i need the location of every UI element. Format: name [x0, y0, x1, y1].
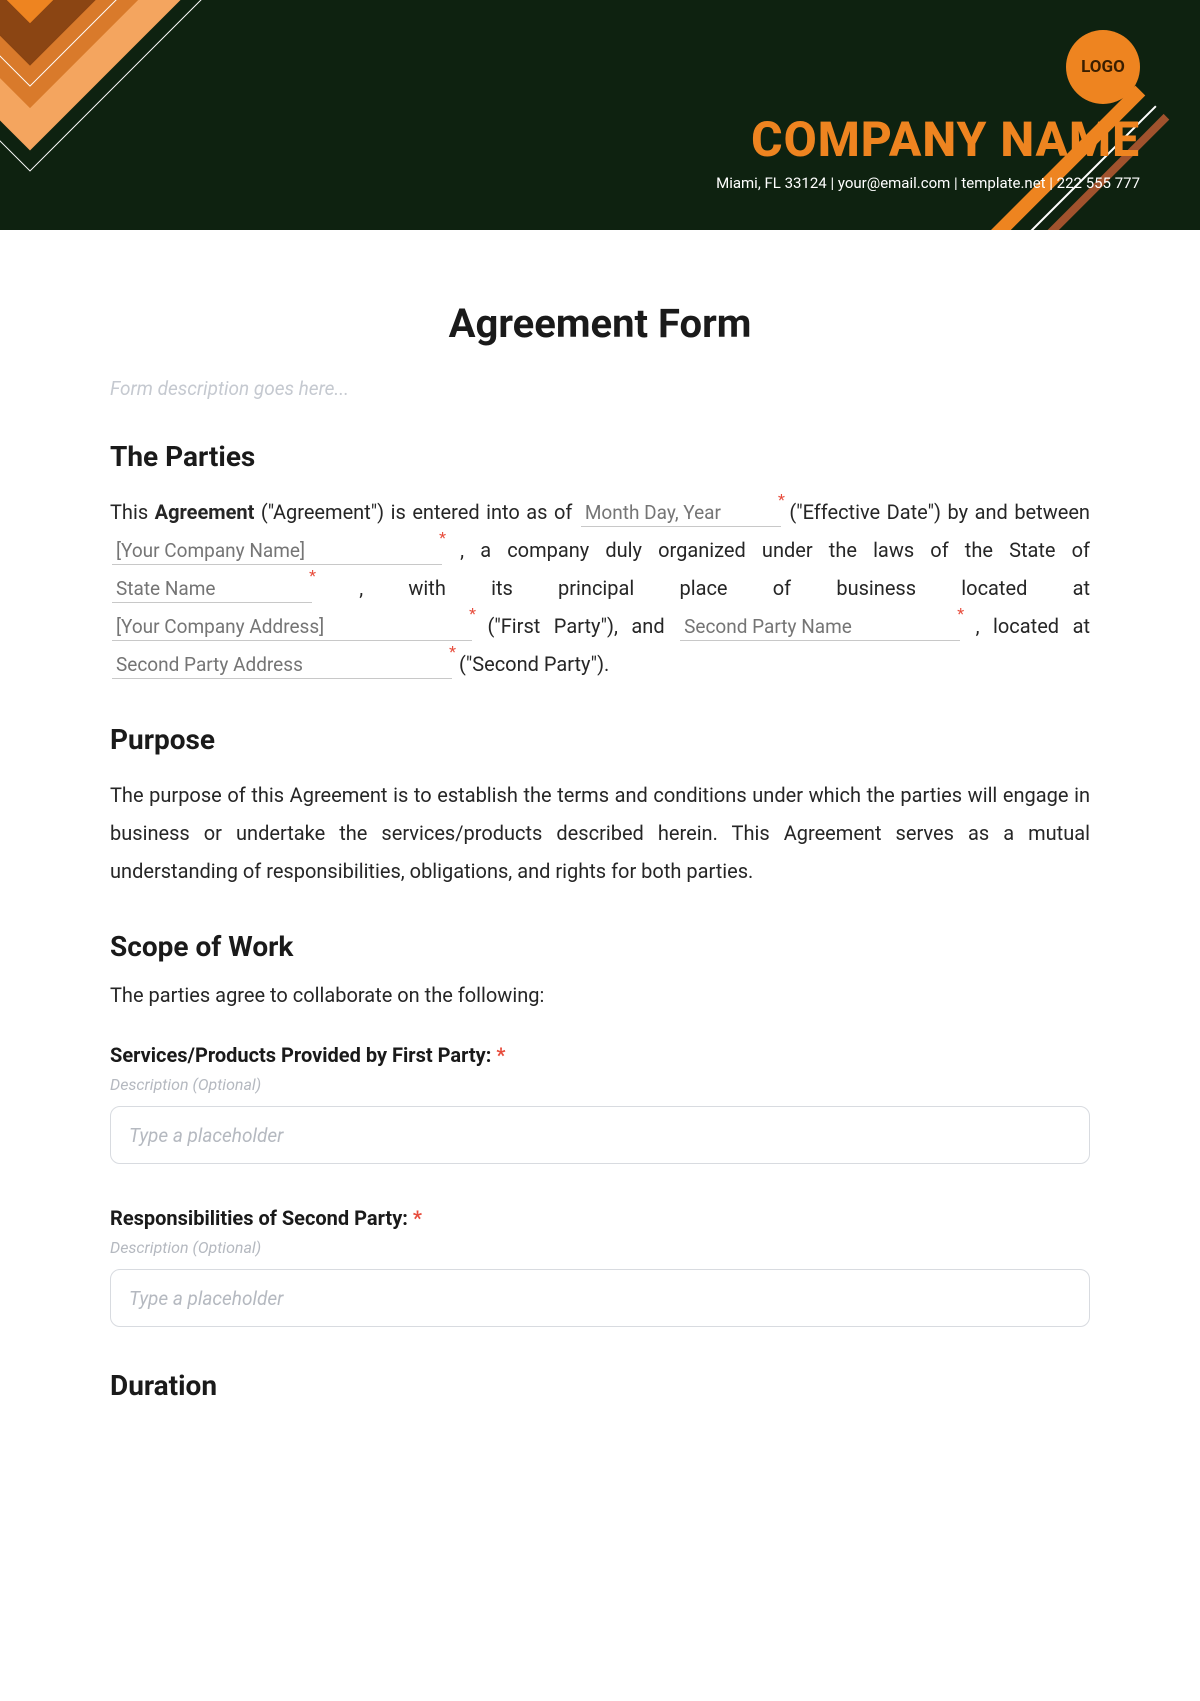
parties-paragraph: This Agreement ("Agreement") is entered … [110, 493, 1090, 683]
section-heading-duration: Duration [110, 1369, 1090, 1402]
second-party-responsibilities-label: Responsibilities of Second Party: * [110, 1206, 1090, 1230]
scope-lead-text: The parties agree to collaborate on the … [110, 983, 1090, 1007]
company-address-input[interactable] [112, 615, 472, 641]
section-heading-purpose: Purpose [110, 723, 1090, 756]
state-name-input[interactable] [112, 577, 312, 603]
second-party-name-input[interactable] [680, 615, 960, 641]
section-heading-parties: The Parties [110, 440, 1090, 473]
purpose-paragraph: The purpose of this Agreement is to esta… [110, 776, 1090, 890]
first-party-services-input[interactable] [110, 1106, 1090, 1164]
company-name-input[interactable] [112, 539, 442, 565]
second-party-address-input[interactable] [112, 653, 452, 679]
document-body: Agreement Form Form description goes her… [0, 230, 1200, 1402]
field-description: Description (Optional) [110, 1075, 1090, 1094]
first-party-services-label: Services/Products Provided by First Part… [110, 1043, 1090, 1067]
form-title: Agreement Form [110, 300, 1090, 347]
field-description: Description (Optional) [110, 1238, 1090, 1257]
logo-badge: LOGO [1066, 30, 1140, 104]
section-heading-scope: Scope of Work [110, 930, 1090, 963]
form-description: Form description goes here... [110, 377, 1090, 400]
header-decoration [0, 0, 420, 230]
document-header: LOGO COMPANY NAME Miami, FL 33124 | your… [0, 0, 1200, 230]
effective-date-input[interactable] [581, 501, 781, 527]
second-party-responsibilities-input[interactable] [110, 1269, 1090, 1327]
contact-info: Miami, FL 33124 | your@email.com | templ… [716, 174, 1140, 192]
company-name: COMPANY NAME [716, 116, 1140, 164]
